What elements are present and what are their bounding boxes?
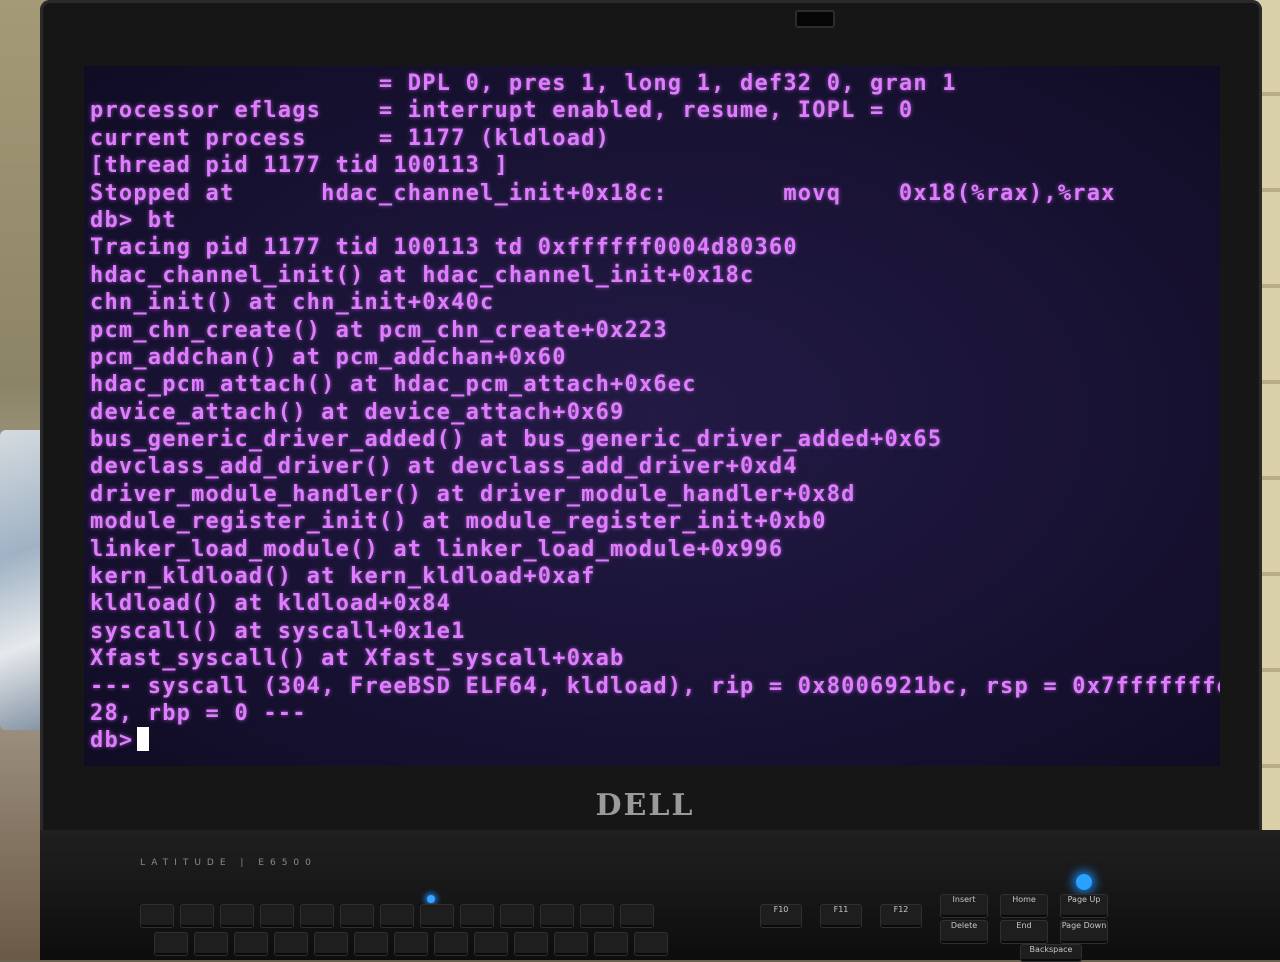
terminal-line: [thread pid 1177 tid 100113 ] — [90, 153, 509, 179]
key-backspace[interactable]: Backspace — [1020, 944, 1082, 962]
terminal-line: chn_init() at chn_init+0x40c — [90, 290, 495, 316]
keyboard-key[interactable] — [300, 904, 334, 928]
model-label: LATITUDE | E6500 — [140, 858, 317, 868]
terminal-prompt-line[interactable]: db> — [90, 727, 1220, 754]
terminal-line: hdac_pcm_attach() at hdac_pcm_attach+0x6… — [90, 372, 697, 398]
keyboard-key[interactable] — [274, 932, 308, 956]
keyboard-key[interactable] — [580, 904, 614, 928]
terminal-line: --- syscall (304, FreeBSD ELF64, kldload… — [90, 673, 1220, 699]
keyboard-key[interactable] — [180, 904, 214, 928]
keyboard-key[interactable] — [394, 932, 428, 956]
terminal-output: = DPL 0, pres 1, long 1, def32 0, gran 1… — [90, 70, 1220, 766]
terminal-line: linker_load_module() at linker_load_modu… — [90, 536, 784, 562]
key-end[interactable]: End — [1000, 920, 1048, 944]
keyboard-key[interactable] — [260, 904, 294, 928]
keyboard-key[interactable] — [340, 904, 374, 928]
key-f10[interactable]: F10 — [760, 904, 802, 928]
key-page-down[interactable]: Page Down — [1060, 920, 1108, 944]
terminal-line: devclass_add_driver() at devclass_add_dr… — [90, 454, 798, 480]
brand-logo: DELL — [595, 788, 695, 823]
terminal-line: module_register_init() at module_registe… — [90, 509, 827, 535]
terminal-line: pcm_addchan() at pcm_addchan+0x60 — [90, 344, 567, 370]
keyboard-key[interactable] — [420, 904, 454, 928]
keyboard-key[interactable] — [434, 932, 468, 956]
terminal-line: pcm_chn_create() at pcm_chn_create+0x223 — [90, 317, 668, 343]
keyboard-key[interactable] — [554, 932, 588, 956]
terminal-line: Xfast_syscall() at Xfast_syscall+0xab — [90, 646, 625, 672]
key-delete[interactable]: Delete — [940, 920, 988, 944]
keyboard: F10 F11 F12 Insert Home Page Up Delete End Page … — [140, 888, 1140, 962]
keyboard-key[interactable] — [500, 904, 534, 928]
keyboard-key[interactable] — [514, 932, 548, 956]
terminal-line: 28, rbp = 0 --- — [90, 700, 307, 726]
key-f12[interactable]: F12 — [880, 904, 922, 928]
keyboard-key[interactable] — [220, 904, 254, 928]
terminal-line: Tracing pid 1177 tid 100113 td 0xffffff0… — [90, 235, 798, 261]
terminal-line: hdac_channel_init() at hdac_channel_init… — [90, 262, 755, 288]
key-insert[interactable]: Insert — [940, 894, 988, 918]
keyboard-key[interactable] — [234, 932, 268, 956]
terminal-line: Stopped at hdac_channel_init+0x18c: movq… — [90, 180, 1116, 206]
terminal-line: current process = 1177 (kldload) — [90, 125, 611, 151]
key-f11[interactable]: F11 — [820, 904, 862, 928]
key-home[interactable]: Home — [1000, 894, 1048, 918]
keyboard-key[interactable] — [540, 904, 574, 928]
keyboard-key[interactable] — [154, 932, 188, 956]
terminal-prompt: db> — [90, 728, 134, 754]
keyboard-key[interactable] — [354, 932, 388, 956]
text-cursor — [137, 727, 150, 752]
terminal-line: driver_module_handler() at driver_module… — [90, 481, 856, 507]
keyboard-key[interactable] — [380, 904, 414, 928]
keyboard-key[interactable] — [194, 932, 228, 956]
terminal-line: processor eflags = interrupt enabled, re… — [90, 98, 914, 124]
terminal-line: device_attach() at device_attach+0x69 — [90, 399, 625, 425]
terminal-line: syscall() at syscall+0x1e1 — [90, 618, 466, 644]
terminal-line: kldload() at kldload+0x84 — [90, 591, 452, 617]
keyboard-key[interactable] — [314, 932, 348, 956]
keyboard-key[interactable] — [140, 904, 174, 928]
terminal-line: db> bt — [90, 207, 177, 233]
webcam-icon — [795, 10, 835, 28]
terminal-line: bus_generic_driver_added() at bus_generi… — [90, 427, 943, 453]
key-page-up[interactable]: Page Up — [1060, 894, 1108, 918]
keyboard-key[interactable] — [594, 932, 628, 956]
terminal-line: kern_kldload() at kern_kldload+0xaf — [90, 564, 596, 590]
keyboard-key[interactable] — [474, 932, 508, 956]
keyboard-key[interactable] — [460, 904, 494, 928]
terminal-line: = DPL 0, pres 1, long 1, def32 0, gran 1 — [90, 71, 957, 96]
keyboard-key[interactable] — [620, 904, 654, 928]
keyboard-key[interactable] — [634, 932, 668, 956]
terminal-screen[interactable]: = DPL 0, pres 1, long 1, def32 0, gran 1… — [84, 66, 1220, 766]
